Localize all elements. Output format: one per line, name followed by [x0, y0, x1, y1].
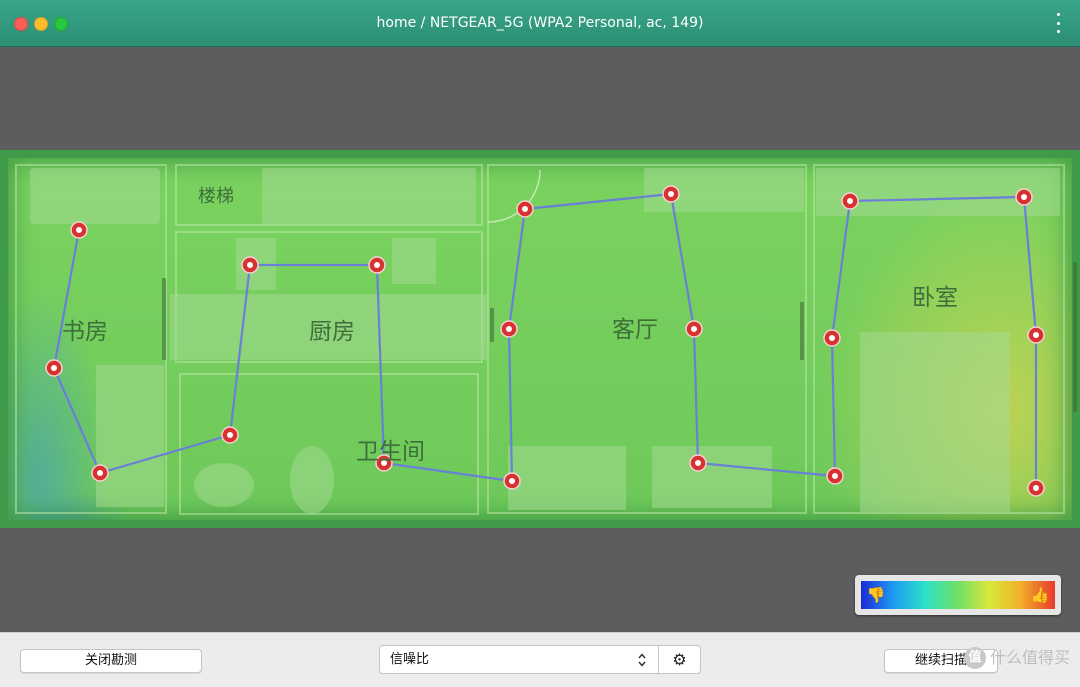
room-label-stairs: 楼梯 — [198, 186, 234, 207]
measurement-point — [516, 200, 534, 218]
gear-icon: ⚙ — [672, 650, 687, 669]
footer-toolbar: 关闭勘测 信噪比 ⚙ 继续扫描 值 什么值得买 — [0, 632, 1080, 687]
metric-select-value: 信噪比 — [390, 652, 430, 667]
measurement-point — [70, 221, 88, 239]
thumbs-down-icon: 👎 — [866, 586, 886, 604]
watermark: 值 什么值得买 — [963, 645, 1070, 671]
measurement-point — [1015, 188, 1033, 206]
bookshelf-study — [96, 365, 164, 507]
measurement-point — [45, 359, 63, 377]
window-title: home / NETGEAR_5G (WPA2 Personal, ac, 14… — [376, 15, 704, 31]
floorplan-drawing — [15, 164, 1077, 515]
measurement-point — [500, 320, 518, 338]
room-label-study: 书房 — [62, 319, 108, 345]
title-bar: home / NETGEAR_5G (WPA2 Personal, ac, 14… — [0, 0, 1080, 47]
washbasin — [194, 463, 254, 507]
room-label-kitchen: 厨房 — [309, 319, 355, 345]
measurement-point — [841, 192, 859, 210]
dining-table — [508, 446, 626, 510]
measurement-point — [1027, 479, 1045, 497]
chevron-updown-icon — [638, 653, 646, 667]
minimize-window-button[interactable] — [34, 17, 48, 31]
measurement-point — [503, 472, 521, 490]
settings-button[interactable]: ⚙ — [658, 645, 701, 674]
measurement-point — [662, 185, 680, 203]
room-label-bathroom: 卫生间 — [356, 439, 425, 465]
living-sofa — [652, 446, 772, 508]
close-survey-button[interactable]: 关闭勘测 — [20, 649, 202, 673]
measurement-point — [91, 464, 109, 482]
measurement-point — [241, 256, 259, 274]
metric-select[interactable]: 信噪比 — [379, 645, 659, 674]
measurement-point — [685, 320, 703, 338]
measurement-point — [826, 467, 844, 485]
close-window-button[interactable] — [14, 17, 28, 31]
toilet — [290, 446, 334, 514]
stairs-steps — [262, 168, 476, 224]
measurement-point — [823, 329, 841, 347]
floorplan-heatmap: 书房 楼梯 厨房 客厅 卧室 卫生间 — [0, 150, 1080, 528]
watermark-text: 什么值得买 — [989, 648, 1070, 667]
more-vertical-icon[interactable] — [1054, 13, 1062, 33]
thumbs-up-icon: 👍 — [1030, 586, 1050, 604]
measurement-point — [368, 256, 386, 274]
room-label-living: 客厅 — [612, 317, 658, 343]
sink — [392, 238, 436, 284]
furniture — [30, 168, 1060, 514]
bed — [860, 332, 1010, 512]
signal-legend: 👎 👍 — [855, 575, 1061, 615]
sofa-study — [30, 168, 160, 224]
measurement-point — [1027, 326, 1045, 344]
measurement-point — [689, 454, 707, 472]
measurement-point — [221, 426, 239, 444]
zoom-window-button[interactable] — [54, 17, 68, 31]
watermark-logo-icon: 值 — [963, 647, 986, 669]
signal-gradient-bar: 👎 👍 — [861, 581, 1055, 609]
room-label-bedroom: 卧室 — [912, 285, 958, 311]
